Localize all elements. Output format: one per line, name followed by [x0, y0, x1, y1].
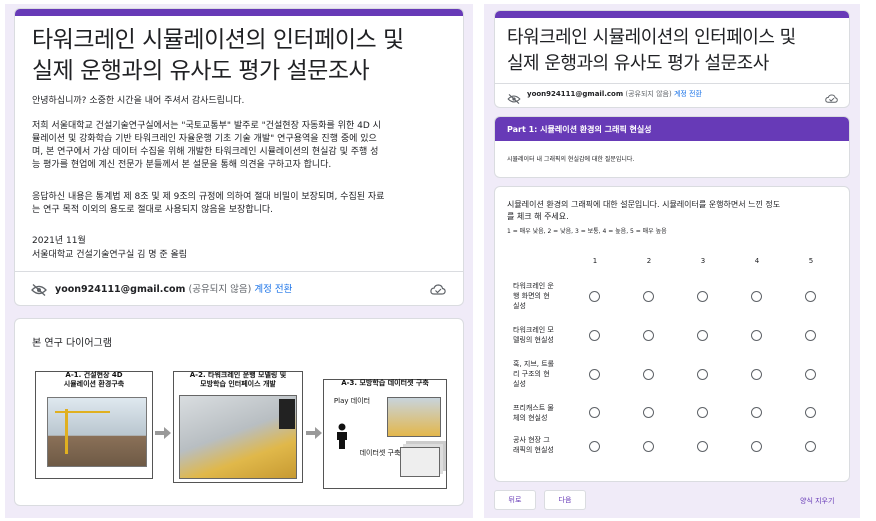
question-card: 시뮬레이션 환경의 그래픽에 대한 설문입니다. 시뮬레이터를 운행하면서 느낀…: [494, 186, 850, 482]
scale-legend: 1 = 매우 낮음, 2 = 낮음, 3 = 보통, 4 = 높음, 5 = 매…: [507, 228, 667, 235]
description-para-1: 저희 서울대학교 건설기술연구실에서는 "국토교통부" 발주로 "건설현장 자동…: [32, 121, 381, 170]
radio-row3-col1[interactable]: [589, 369, 600, 380]
account-note: (공유되지 않음): [188, 284, 252, 295]
column-header-3: 3: [700, 257, 706, 265]
radio-row5-col4[interactable]: [751, 441, 762, 452]
diagram-label-a1: A-1. 건설현장 4D 시뮬레이션 환경구축: [63, 371, 125, 388]
description-para-2: 응답하신 내용은 통계법 제 8조 및 제 9조의 규정에 의하여 절대 비밀이…: [32, 192, 385, 215]
clear-form-link[interactable]: 양식 지우기: [800, 496, 834, 506]
column-header-5: 5: [808, 257, 814, 265]
back-button[interactable]: 뒤로: [494, 490, 536, 510]
switch-account-link[interactable]: 계정 전환: [674, 90, 702, 98]
accent-bar: [495, 11, 849, 18]
person-icon: [337, 423, 347, 449]
question-title: 시뮬레이션 환경의 그래픽에 대한 설문입니다. 시뮬레이터를 운행하면서 느낀…: [507, 200, 781, 221]
radio-row2-col2[interactable]: [643, 330, 654, 341]
section-description: 시뮬레이터 내 그래픽의 현실감에 대한 질문입니다.: [507, 156, 635, 163]
column-header-4: 4: [754, 257, 760, 265]
hidden-eye-icon: [31, 281, 47, 300]
grid-row-label: 훅, 지브, 트롤 리 구조의 현 실성: [513, 360, 555, 388]
section-card: Part 1: 시뮬레이션 환경의 그래픽 현실성 시뮬레이터 내 그래픽의 현…: [494, 116, 850, 178]
radio-row5-col5[interactable]: [805, 441, 816, 452]
column-header-2: 2: [646, 257, 652, 265]
radio-row4-col2[interactable]: [643, 407, 654, 418]
next-button[interactable]: 다음: [544, 490, 586, 510]
account-email: yoon924111@gmail.com: [55, 284, 186, 295]
radio-row2-col1[interactable]: [589, 330, 600, 341]
crane-jib: [55, 411, 110, 413]
play-data-screenshot: [387, 397, 441, 437]
divider: [15, 271, 463, 272]
controller-panel: [279, 399, 295, 429]
radio-row1-col5[interactable]: [805, 291, 816, 302]
radio-row4-col4[interactable]: [751, 407, 762, 418]
flow-arrow-icon: [155, 427, 171, 439]
hidden-eye-icon: [507, 89, 521, 107]
radio-row5-col3[interactable]: [697, 441, 708, 452]
right-header-card: 타워크레인 시뮬레이션의 인터페이스 및 실제 운행과의 유사도 평가 설문조사…: [494, 10, 850, 108]
radio-row1-col1[interactable]: [589, 291, 600, 302]
column-header-1: 1: [592, 257, 598, 265]
grid-row-label: 공사 현장 그 래픽의 현실성: [513, 436, 554, 454]
radio-row3-col2[interactable]: [643, 369, 654, 380]
radio-row4-col5[interactable]: [805, 407, 816, 418]
diagram-section-title: 본 연구 다이어그램: [32, 338, 112, 349]
left-header-card: 타워크레인 시뮬레이션의 인터페이스 및 실제 운행과의 유사도 평가 설문조사…: [14, 8, 464, 306]
grid-row-label: 타워크레인 모 델링의 현실성: [513, 326, 554, 344]
radio-row2-col3[interactable]: [697, 330, 708, 341]
radio-row1-col2[interactable]: [643, 291, 654, 302]
flow-arrow-icon: [306, 427, 322, 439]
accent-bar: [15, 9, 463, 16]
account-info: yoon924111@gmail.com (공유되지 않음) 계정 전환: [527, 89, 702, 99]
dataset-build-label: 데이터셋 구축: [359, 449, 401, 457]
diagram-label-a3: A-3. 모방학습 데이터셋 구축: [341, 379, 429, 387]
radio-row1-col3[interactable]: [697, 291, 708, 302]
switch-account-link[interactable]: 계정 전환: [254, 284, 292, 295]
account-note: (공유되지 않음): [625, 90, 672, 98]
divider: [495, 83, 849, 84]
radio-row1-col4[interactable]: [751, 291, 762, 302]
account-email: yoon924111@gmail.com: [527, 90, 624, 98]
radio-row5-col1[interactable]: [589, 441, 600, 452]
diagram-label-a2: A-2. 타워크레인 운행 모델링 및 모방학습 인터페이스 개발: [189, 371, 287, 388]
radio-row4-col3[interactable]: [697, 407, 708, 418]
greeting-text: 안녕하십니까? 소중한 시간을 내어 주셔서 감사드립니다.: [32, 96, 245, 106]
radio-row3-col5[interactable]: [805, 369, 816, 380]
form-title: 타워크레인 시뮬레이션의 인터페이스 및 실제 운행과의 유사도 평가 설문조사: [507, 27, 796, 74]
radio-row2-col4[interactable]: [751, 330, 762, 341]
simulation-screenshot-a1: [47, 397, 147, 467]
date-text: 2021년 11월: [32, 236, 86, 246]
account-info: yoon924111@gmail.com (공유되지 않음) 계정 전환: [55, 281, 292, 295]
radio-row5-col2[interactable]: [643, 441, 654, 452]
grid-row-label: 프리캐스트 물 체의 현실성: [513, 404, 554, 422]
grid-row-label: 타워크레인 운행 화면의 현 실성: [513, 282, 554, 310]
dataset-stack: [400, 447, 440, 477]
signature-text: 서울대학교 건설기술연구실 김 명 준 올림: [32, 250, 188, 260]
radio-row4-col1[interactable]: [589, 407, 600, 418]
cloud-saved-icon: [430, 281, 446, 300]
radio-row3-col4[interactable]: [751, 369, 762, 380]
cloud-saved-icon: [825, 89, 838, 107]
radio-row3-col3[interactable]: [697, 369, 708, 380]
diagram-card: 본 연구 다이어그램 A-1. 건설현장 4D 시뮬레이션 환경구축 A-2. 타…: [14, 318, 464, 506]
radio-row2-col5[interactable]: [805, 330, 816, 341]
section-header-text: Part 1: 시뮬레이션 환경의 그래픽 현실성: [507, 125, 652, 134]
play-data-label: Play 데이터: [333, 397, 371, 405]
form-title: 타워크레인 시뮬레이션의 인터페이스 및 실제 운행과의 유사도 평가 설문조사: [32, 27, 404, 84]
crane-figure: [65, 409, 68, 454]
